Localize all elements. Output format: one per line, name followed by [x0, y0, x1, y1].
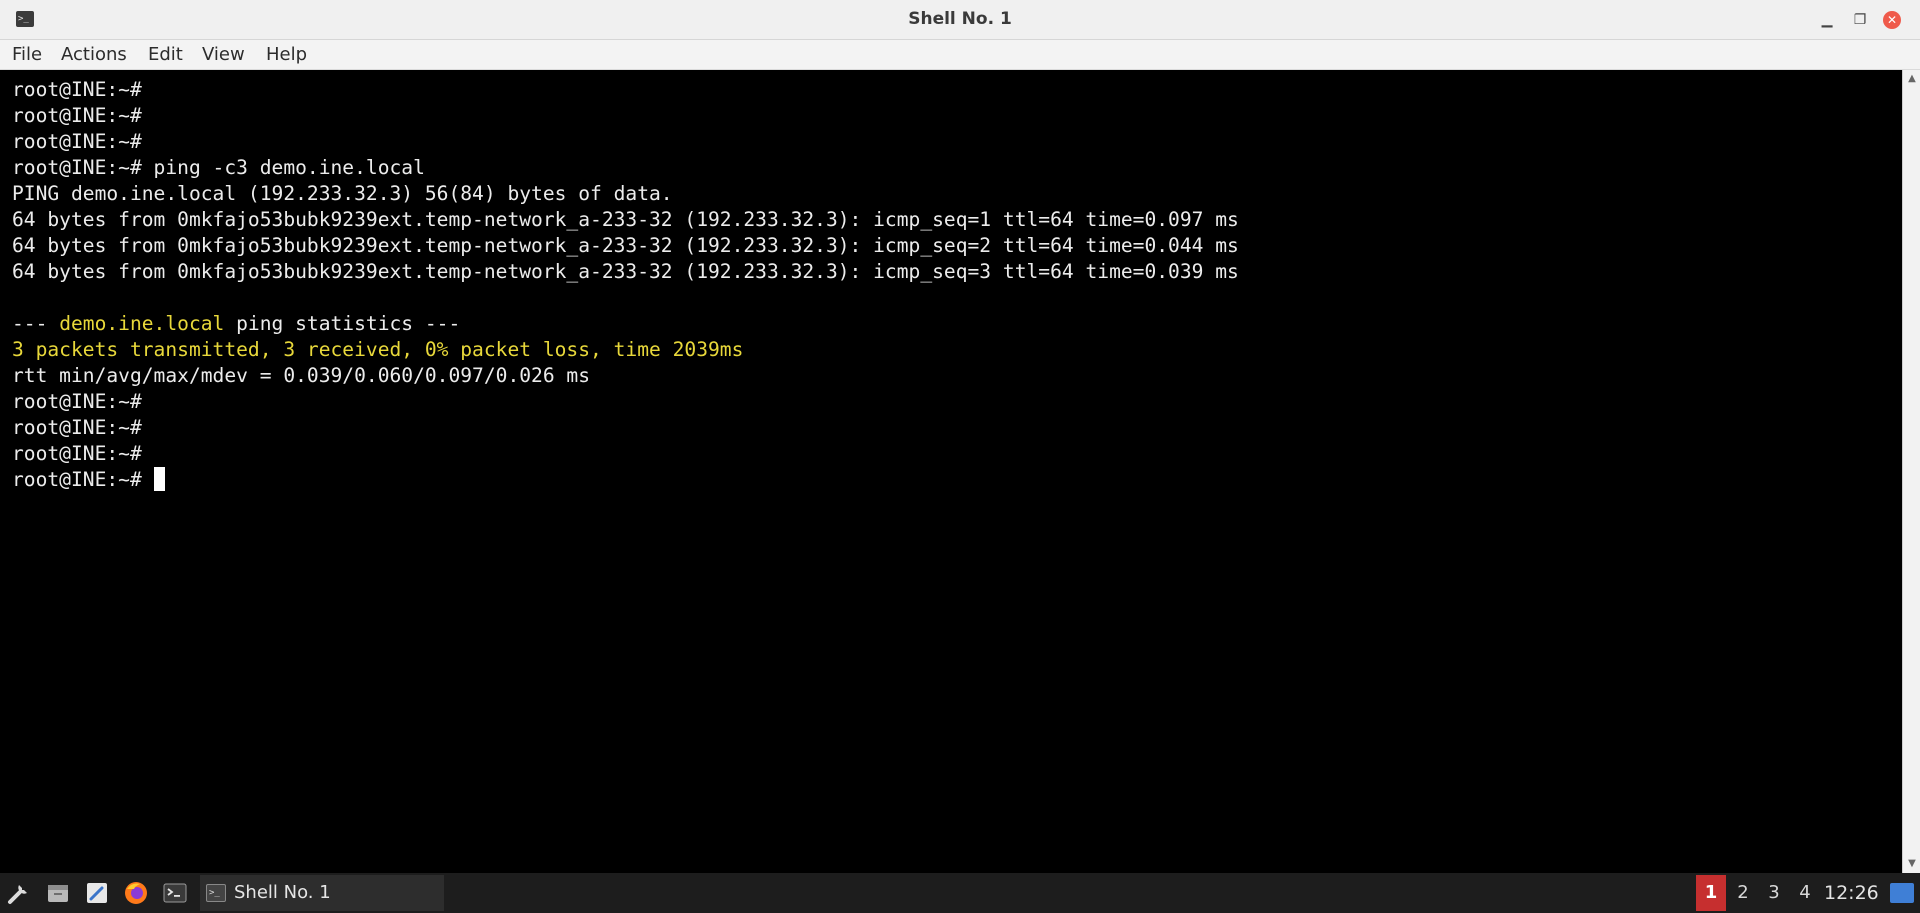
task-terminal-icon: >_ [206, 884, 226, 902]
taskbar-task-shell[interactable]: >_ Shell No. 1 [200, 875, 444, 911]
terminal-line: rtt min/avg/max/mdev = 0.039/0.060/0.097… [12, 364, 591, 387]
menu-file[interactable]: File [12, 40, 42, 70]
firefox-icon[interactable] [123, 880, 149, 906]
clock[interactable]: 12:26 [1824, 873, 1879, 913]
scroll-down-icon[interactable]: ▼ [1905, 857, 1919, 871]
menu-help[interactable]: Help [266, 40, 307, 70]
terminal-line-packet-summary: 3 packets transmitted, 3 received, 0% pa… [12, 338, 744, 361]
terminal-line: root@INE:~# [12, 78, 142, 101]
workspace-1[interactable]: 1 [1696, 875, 1726, 911]
scroll-up-icon[interactable]: ▲ [1905, 72, 1919, 86]
menu-edit[interactable]: Edit [148, 40, 183, 70]
stats-hostname: demo.ine.local [59, 312, 225, 335]
stats-prefix: --- [12, 312, 60, 335]
terminal-prompt-line[interactable]: root@INE:~# [12, 467, 165, 493]
close-icon[interactable]: ✕ [1883, 11, 1901, 29]
taskbar: >_ Shell No. 1 1 2 3 4 12:26 [0, 873, 1920, 913]
prompt: root@INE:~# [12, 468, 154, 491]
restore-icon[interactable]: ❐ [1849, 9, 1871, 31]
terminal-line: PING demo.ine.local (192.233.32.3) 56(84… [12, 182, 673, 205]
file-manager-icon[interactable] [45, 880, 71, 906]
terminal-line-statistics-header: --- demo.ine.local ping statistics --- [12, 311, 460, 337]
menu-view[interactable]: View [202, 40, 245, 70]
terminal-line: root@INE:~# [12, 104, 142, 127]
terminal-line: root@INE:~# [12, 442, 142, 465]
terminal-line: root@INE:~# ping -c3 demo.ine.local [12, 156, 425, 179]
terminal-line: root@INE:~# [12, 390, 142, 413]
terminal-output[interactable]: root@INE:~# root@INE:~# root@INE:~# root… [0, 70, 1902, 873]
window-title: Shell No. 1 [908, 9, 1012, 29]
terminal-line: 64 bytes from 0mkfajo53bubk9239ext.temp-… [12, 208, 1239, 231]
workspace-2[interactable]: 2 [1730, 873, 1756, 913]
menu-actions[interactable]: Actions [61, 40, 127, 70]
terminal-line: 64 bytes from 0mkfajo53bubk9239ext.temp-… [12, 260, 1239, 283]
stats-suffix: ping statistics --- [224, 312, 461, 335]
text-editor-icon[interactable] [84, 880, 110, 906]
menu-bar: File Actions Edit View Help [0, 40, 1920, 70]
terminal-line: root@INE:~# [12, 416, 142, 439]
terminal-scrollbar[interactable]: ▲ ▼ [1902, 70, 1920, 873]
minimize-icon[interactable]: ▁ [1816, 9, 1838, 31]
workspace-4[interactable]: 4 [1792, 873, 1818, 913]
terminal-icon[interactable] [162, 880, 188, 906]
workspace-3[interactable]: 3 [1761, 873, 1787, 913]
terminal-line: 64 bytes from 0mkfajo53bubk9239ext.temp-… [12, 234, 1239, 257]
show-desktop-icon[interactable] [1890, 883, 1914, 903]
window-titlebar[interactable]: >_ Shell No. 1 ▁ ❐ ✕ [0, 0, 1920, 40]
terminal-line: root@INE:~# [12, 130, 142, 153]
settings-icon[interactable] [6, 880, 32, 906]
text-cursor [153, 467, 165, 491]
task-label: Shell No. 1 [234, 882, 331, 903]
